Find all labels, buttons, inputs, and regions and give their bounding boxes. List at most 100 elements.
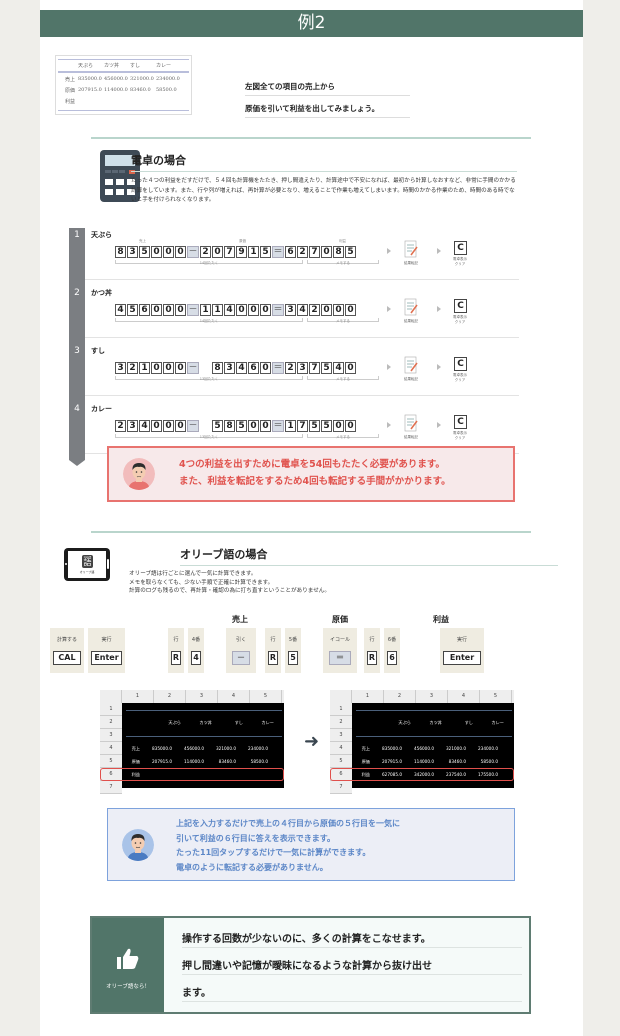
row-header: 1: [100, 703, 122, 716]
calculator-section-description: たった４つの利益をだすだけで、５４回も計算機をたたき、押し間違えたり、計算途中で…: [131, 178, 516, 204]
profit-digit-key: 2: [285, 362, 296, 374]
next-arrow-icon: [387, 422, 391, 428]
caption-cost: 原価: [239, 239, 246, 243]
row-header: 5: [330, 755, 352, 768]
column-header: 2: [384, 690, 416, 703]
key-step-label: 行: [369, 637, 375, 643]
calculator-step: 1 天ぷら 売上 原価 利益 8 3 5 0 0 0 － 2 0 7 9 1 5 ＝ 6 2 7 0 8 5 14回たたく メモする…: [69, 228, 519, 292]
sales-digit-key: 3: [115, 362, 126, 374]
mini-table-row: 原価 207915.0 114000.0 83460.0 58500.0: [64, 87, 177, 94]
profit-digit-key: 0: [345, 362, 356, 374]
olive-key: 5: [288, 651, 298, 665]
transfer-label: 結果転記: [404, 261, 418, 265]
step-item-name: すし: [91, 347, 105, 355]
sales-digit-key: 0: [151, 362, 162, 374]
transfer-label: 結果転記: [404, 377, 418, 381]
profit-digit-key: 1: [285, 420, 296, 432]
sales-digit-key: 6: [139, 304, 150, 316]
cost-digit-key: 1: [200, 304, 211, 316]
mini-table: 天ぷら カツ丼 すし カレー 売上 835000.0 456000.0 3210…: [55, 55, 192, 115]
page: 例2 天ぷら カツ丼 すし カレー 売上 835000.0 456000.0 3…: [40, 0, 583, 1036]
column-header: 3: [186, 690, 218, 703]
key-step-label: 実行: [456, 637, 467, 643]
sales-digit-key: 4: [139, 420, 150, 432]
tap-count-bracket: 13回たたく: [115, 434, 303, 439]
next-arrow-icon: [437, 422, 441, 428]
sales-digit-key: 3: [127, 246, 138, 258]
tap-count-bracket: 14回たたく: [115, 318, 303, 323]
arrow-right-icon: ➜: [304, 731, 320, 752]
row-header: 3: [100, 729, 122, 742]
clear-key: C: [454, 415, 467, 429]
sales-digit-key: 4: [115, 304, 126, 316]
key-step-label: 計算する: [56, 637, 77, 643]
olive-key: Enter: [91, 651, 122, 665]
section-divider: [91, 531, 531, 533]
key-step-label: 4番: [191, 637, 201, 643]
key-step-label: 行: [173, 637, 179, 643]
cost-digit-key: 9: [236, 246, 247, 258]
profit-digit-key: 4: [297, 304, 308, 316]
row-header: 2: [330, 716, 352, 729]
intro-line-1: 左図全ての項目の売上から: [245, 81, 410, 96]
column-header: 1: [122, 690, 154, 703]
sheet-row-items: 天ぷら カツ丼 すし カレー: [398, 720, 504, 725]
example-banner: 例2: [40, 10, 583, 37]
calculator-input-sequence: 8 3 5 0 0 0 － 2 0 7 9 1 5 ＝ 6 2 7 0 8 5: [115, 246, 357, 258]
sheet-row-items: 天ぷら カツ丼 すし カレー: [168, 720, 274, 725]
profit-digit-key: 6: [285, 246, 296, 258]
olive-key-step: 実行 Enter: [88, 628, 125, 673]
cost-digit-key: 1: [212, 304, 223, 316]
sales-digit-key: 0: [175, 362, 186, 374]
summary-line-3: ます。: [182, 984, 522, 1002]
olive-key: CAL: [53, 651, 81, 665]
column-header: 3: [416, 690, 448, 703]
sales-digit-key: 0: [163, 304, 174, 316]
cost-digit-key: 6: [248, 362, 259, 374]
cost-digit-key: 0: [248, 420, 259, 432]
sales-digit-key: 0: [175, 304, 186, 316]
step-number-marker: 3: [69, 344, 85, 408]
cost-digit-key: 0: [248, 304, 259, 316]
row-header: 2: [100, 716, 122, 729]
cost-digit-key: 5: [236, 420, 247, 432]
row-header: 1: [330, 703, 352, 716]
sales-digit-key: 0: [151, 246, 162, 258]
profit-digit-key: 7: [297, 420, 308, 432]
transfer-label: 結果転記: [404, 319, 418, 323]
next-arrow-icon: [437, 248, 441, 254]
clear-label: 電卓表示 クリア: [453, 373, 467, 382]
olive-key: R: [171, 651, 181, 665]
profit-digit-key: 5: [309, 420, 320, 432]
olive-key-step: 実行 Enter: [440, 628, 484, 673]
key-step-label: 行: [270, 637, 276, 643]
tablet-app-icon: OLIVE 語 オリーブ語: [64, 548, 110, 581]
tap-count-bracket: 13回たたく: [115, 376, 303, 381]
tap-count-bracket: 14回たたく: [115, 260, 303, 265]
clear-key: C: [454, 299, 467, 313]
sales-digit-key: 5: [139, 246, 150, 258]
olive-section-description: オリーブ語は行ごとに選んで一気に計算できます。 メモを取らなくても、少ない手順で…: [129, 571, 330, 595]
next-arrow-icon: [387, 306, 391, 312]
olive-section-title: オリーブ語の場合: [180, 546, 558, 566]
profit-digit-key: 3: [285, 304, 296, 316]
olive-app-icon: OLIVE 語: [82, 555, 93, 568]
row-header: 7: [330, 781, 352, 794]
olive-key-step: 計算する CAL: [50, 628, 84, 673]
column-header: 2: [154, 690, 186, 703]
olive-key: 4: [191, 651, 201, 665]
column-header: 4: [448, 690, 480, 703]
sales-digit-key: 8: [115, 246, 126, 258]
calculator-input-sequence: 2 3 4 0 0 0 － 5 8 5 0 0 ＝ 1 7 5 5 0 0: [115, 420, 357, 432]
next-arrow-icon: [437, 306, 441, 312]
clear-label: 電卓表示 クリア: [453, 257, 467, 266]
clear-label: 電卓表示 クリア: [453, 315, 467, 324]
cost-digit-key: 5: [260, 246, 271, 258]
sales-digit-key: 0: [151, 420, 162, 432]
olive-benefit-text: 上記を入力するだけで売上の４行目から原価の５行目を一気に 引いて利益の６行目に答…: [176, 819, 400, 872]
sales-digit-key: 1: [139, 362, 150, 374]
cost-digit-key: 7: [224, 246, 235, 258]
clear-key: C: [454, 357, 467, 371]
olive-key-step: 4番 4: [188, 628, 204, 673]
caption-profit: 利益: [339, 239, 346, 243]
